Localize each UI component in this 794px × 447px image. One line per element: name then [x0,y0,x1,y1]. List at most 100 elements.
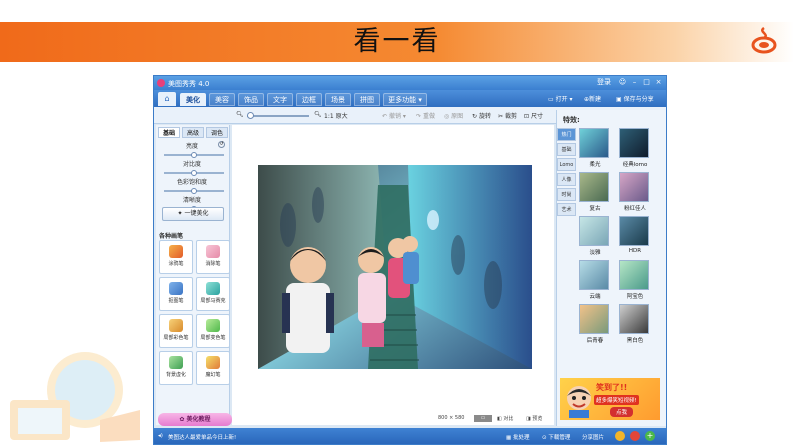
original-button[interactable]: ◎ 原图 [444,111,463,120]
undo-button[interactable]: ↶ 撤销 ▾ [382,111,406,120]
feedback-icon[interactable]: ☺ [618,78,627,87]
menu-more-functions[interactable]: 更多功能 ▾ [383,93,427,106]
new-label: 新建 [589,96,602,103]
fx-tab-lomo[interactable]: Lomo [557,158,576,171]
slider-brightness-handle[interactable] [191,152,197,158]
preview-label: 预览 [532,416,543,422]
promo-banner[interactable]: 笑到了!! 超多爆笑短视频! 点我 [560,378,660,420]
fx-tab-popular[interactable]: 热门 [557,128,576,141]
zoom-slider-handle[interactable] [247,112,254,119]
effect-thumb-soft-light[interactable] [579,128,609,158]
weibo-icon[interactable] [630,431,640,441]
menu-beautify[interactable]: 美化 [180,93,206,106]
effect-label-vintage: 复古 [589,206,601,212]
effect-thumb-hdr[interactable] [619,216,649,246]
chevron-down-icon: ▾ [416,96,422,104]
brush-mosaic[interactable]: 局部马赛克 [196,277,230,311]
effect-thumb-pink-lady[interactable] [619,172,649,202]
undo-label: 撤销 [388,113,401,120]
edited-photo[interactable] [258,165,532,369]
zoom-slider-track[interactable] [247,115,309,117]
slider-contrast-handle[interactable] [191,170,197,176]
close-icon[interactable]: × [654,78,663,87]
download-manager-button[interactable]: ⊙ 下载管理 [542,433,570,441]
redo-label: 重做 [422,113,435,120]
rotate-button[interactable]: ↻ 旋转 [472,111,491,120]
slider-saturation-handle[interactable] [191,188,197,194]
ad-button[interactable]: 点我 [610,407,634,417]
main-menu-bar: ⌂ 美化 美容 饰品 文字 边框 场景 拼图 更多功能 ▾ ▭ 打开 ▾ ⊕新建… [154,90,666,107]
tab-basic[interactable]: 基础 [158,127,180,138]
login-link[interactable]: 登录 [594,78,614,87]
fx-tab-fashion[interactable]: 时尚 [557,188,576,201]
one-key-beautify-button[interactable]: ✦ 一键美化 [162,207,224,221]
save-share-label: 保存与分享 [623,96,654,103]
effect-thumb-youth[interactable] [579,304,609,334]
recolor-brush-icon [206,319,220,332]
brush-doodle-label: 涂鸦笔 [168,261,184,267]
tab-advanced[interactable]: 高级 [182,127,204,138]
download-label: 下载管理 [548,435,571,441]
size-button[interactable]: ⊡ 尺寸 [524,111,543,120]
mosaic-icon [206,282,220,295]
home-icon[interactable]: ⌂ [158,92,176,106]
effect-thumb-black-white[interactable] [619,304,649,334]
menu-text[interactable]: 文字 [267,93,293,106]
plus-icon[interactable]: + [645,431,655,441]
effect-thumb-abao[interactable] [619,260,649,290]
crop-button[interactable]: ✂ 裁剪 [498,111,517,120]
compare-button[interactable]: ◧ 对比 [497,415,513,422]
slider-label-contrast: 对比度 [182,161,201,168]
new-button[interactable]: ⊕新建 [584,94,601,103]
redo-button[interactable]: ↷ 重做 [416,111,435,120]
share-image-button[interactable]: 分享图片 [582,433,604,441]
effect-thumb-classic-lomo[interactable] [619,128,649,158]
fx-tab-basic[interactable]: 基础 [557,143,576,156]
brush-eraser[interactable]: 消除笔 [196,240,230,274]
effect-thumb-vintage[interactable] [579,172,609,202]
magic-wand-icon: ✦ [177,210,183,217]
brush-doodle[interactable]: 涂鸦笔 [159,240,193,274]
zoom-out-icon[interactable]: 🔍︎ [236,111,244,118]
beautify-tutorial-button[interactable]: ✿ 美化教程 [158,413,232,426]
menu-beauty[interactable]: 美容 [209,93,235,106]
menu-collage[interactable]: 拼图 [354,93,380,106]
zoom-in-icon[interactable]: 🔍︎ [314,111,322,118]
fx-tab-portrait[interactable]: 人像 [557,173,576,186]
fx-tab-art[interactable]: 艺术 [557,203,576,216]
slider-label-brightness: 亮度 [185,143,198,150]
skin-icon[interactable] [615,431,625,441]
brush-magic[interactable]: 魔幻笔 [196,351,230,385]
menu-frame[interactable]: 边框 [296,93,322,106]
save-share-button[interactable]: ▣ 保存与分享 [616,94,654,103]
effect-thumb-elegant[interactable] [579,216,609,246]
minimize-icon[interactable]: – [630,78,639,87]
news-ticker[interactable]: 美图达人最爱单品今日上新! [168,433,236,441]
ad-subtitle: 超多爆笑短视频! [594,395,639,405]
batch-process-button[interactable]: ▦ 批处理 [506,433,529,441]
cartoon-face-icon [567,386,591,418]
preview-button[interactable]: ◨ 预览 [526,415,542,422]
brush-recolor[interactable]: 局部变色笔 [196,314,230,348]
open-button[interactable]: ▭ 打开 ▾ [548,94,573,103]
menu-accessories[interactable]: 饰品 [238,93,264,106]
meitu-app-window: 美图秀秀 4.0 登录 ☺ – □ × ⌂ 美化 美容 饰品 文字 边框 场景 … [153,75,667,445]
menu-scene[interactable]: 场景 [325,93,351,106]
effect-thumb-cloud[interactable] [579,260,609,290]
tutorial-icon: ✿ [179,416,187,423]
brush-background-blur[interactable]: 背景虚化 [159,351,193,385]
open-label: 打开 [555,96,568,103]
brush-local-color-label: 局部彩色笔 [163,335,189,341]
tab-color[interactable]: 调色 [206,127,228,138]
brush-local-color[interactable]: 局部彩色笔 [159,314,193,348]
maximize-icon[interactable]: □ [642,78,651,87]
brush-recolor-label: 局部变色笔 [200,335,226,341]
brush-mosaic-label: 局部马赛克 [200,298,226,304]
size-label: 尺寸 [530,113,543,120]
slider-label-saturation: 色彩饱和度 [176,179,207,186]
magic-brush-icon [206,356,220,369]
original-size-button[interactable]: 1:1 原大 [324,111,348,120]
fit-badge[interactable]: ▭ [474,415,492,422]
slider-label-sharpness: 清晰度 [182,197,201,204]
brush-cutout[interactable]: 抠图笔 [159,277,193,311]
